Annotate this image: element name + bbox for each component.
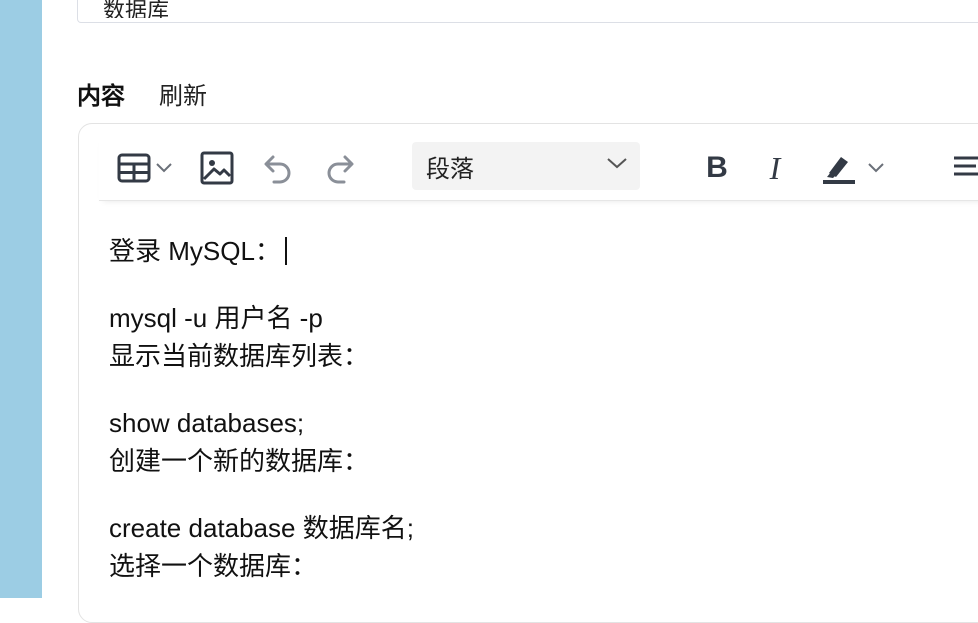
content-line: 登录 MySQL： — [109, 232, 978, 270]
highlight-button[interactable] — [817, 150, 889, 186]
rich-text-editor: 段落 B I 登录 MySQL： mysql -u 用户名 -p 显示当前数据库… — [78, 123, 978, 623]
highlight-icon — [821, 151, 857, 185]
undo-button[interactable] — [259, 150, 295, 186]
insert-table-button[interactable] — [113, 150, 177, 186]
category-input[interactable]: 数据库 — [77, 0, 978, 23]
content-line: 显示当前数据库列表： — [109, 341, 370, 371]
content-line: mysql -u 用户名 -p — [109, 303, 323, 333]
tab-refresh[interactable]: 刷新 — [159, 76, 207, 111]
align-left-icon — [952, 154, 978, 182]
table-icon — [117, 153, 151, 183]
italic-icon: I — [769, 149, 781, 186]
chevron-down-icon — [606, 156, 628, 175]
paragraph-format-select[interactable]: 段落 — [412, 142, 640, 190]
redo-icon — [324, 152, 358, 184]
italic-button[interactable]: I — [759, 150, 791, 186]
bold-button[interactable]: B — [699, 150, 735, 186]
chevron-down-icon — [155, 162, 173, 174]
content-line: 选择一个数据库： — [109, 551, 318, 581]
image-icon — [200, 151, 234, 185]
content-line: create database 数据库名; — [109, 513, 414, 543]
undo-icon — [260, 152, 294, 184]
bold-icon: B — [706, 151, 728, 184]
category-input-value: 数据库 — [103, 0, 170, 18]
align-button[interactable] — [951, 150, 978, 186]
left-sidebar-strip — [0, 0, 42, 598]
content-line: show databases; — [109, 408, 305, 438]
tab-content[interactable]: 内容 — [77, 76, 125, 111]
redo-button[interactable] — [323, 150, 359, 186]
text-caret — [284, 237, 287, 265]
paragraph-format-value: 段落 — [426, 155, 474, 183]
editor-tabs: 内容 刷新 — [77, 76, 207, 110]
content-line: 创建一个新的数据库： — [109, 446, 370, 476]
editor-content[interactable]: 登录 MySQL： mysql -u 用户名 -p 显示当前数据库列表： sho… — [109, 232, 978, 585]
editor-toolbar: 段落 B I — [99, 136, 978, 201]
chevron-down-icon — [867, 162, 885, 174]
insert-image-button[interactable] — [199, 150, 235, 186]
